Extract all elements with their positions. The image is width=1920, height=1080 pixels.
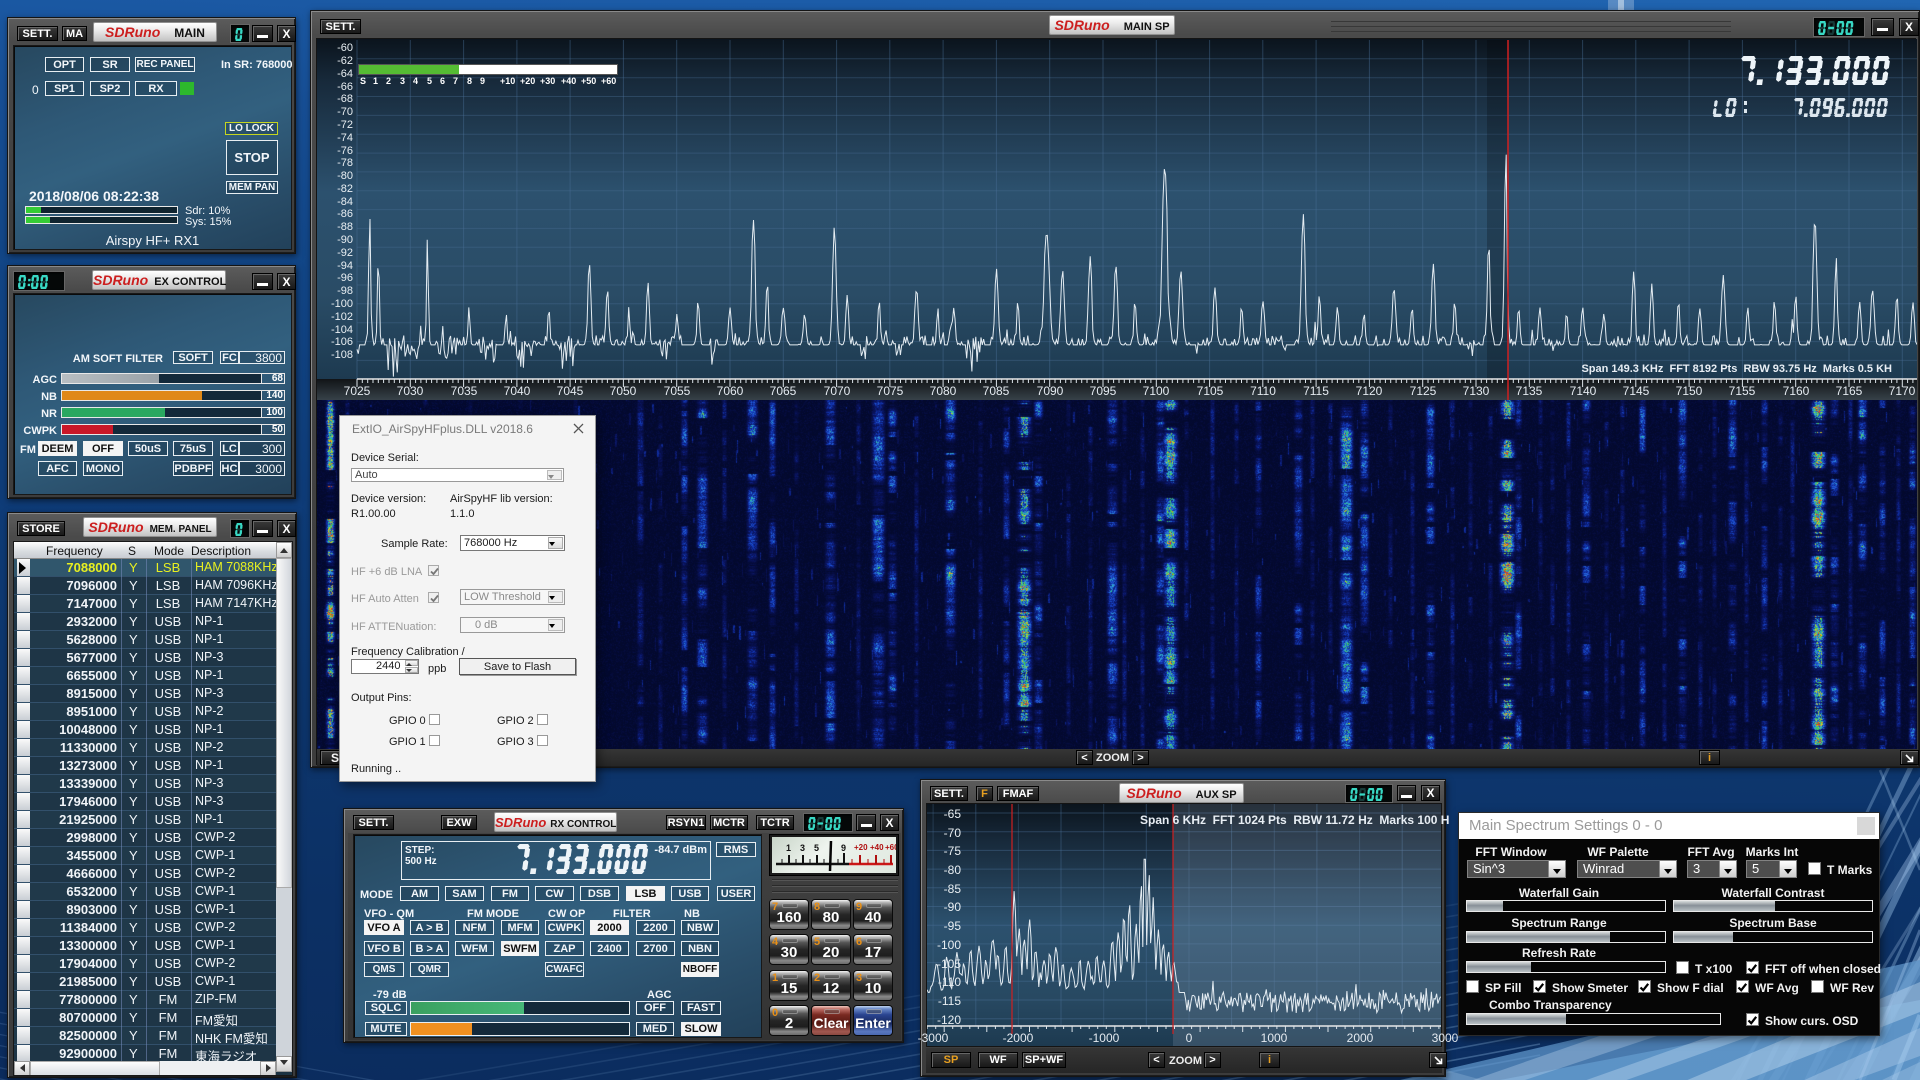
svg-text:+20: +20: [854, 843, 868, 852]
svg-text:3: 3: [800, 843, 805, 853]
svg-text:+40: +40: [870, 843, 884, 852]
svg-text:+60: +60: [885, 843, 896, 852]
svg-text:1: 1: [786, 843, 791, 853]
svg-text:9: 9: [841, 843, 846, 853]
svg-text:5: 5: [814, 843, 819, 853]
